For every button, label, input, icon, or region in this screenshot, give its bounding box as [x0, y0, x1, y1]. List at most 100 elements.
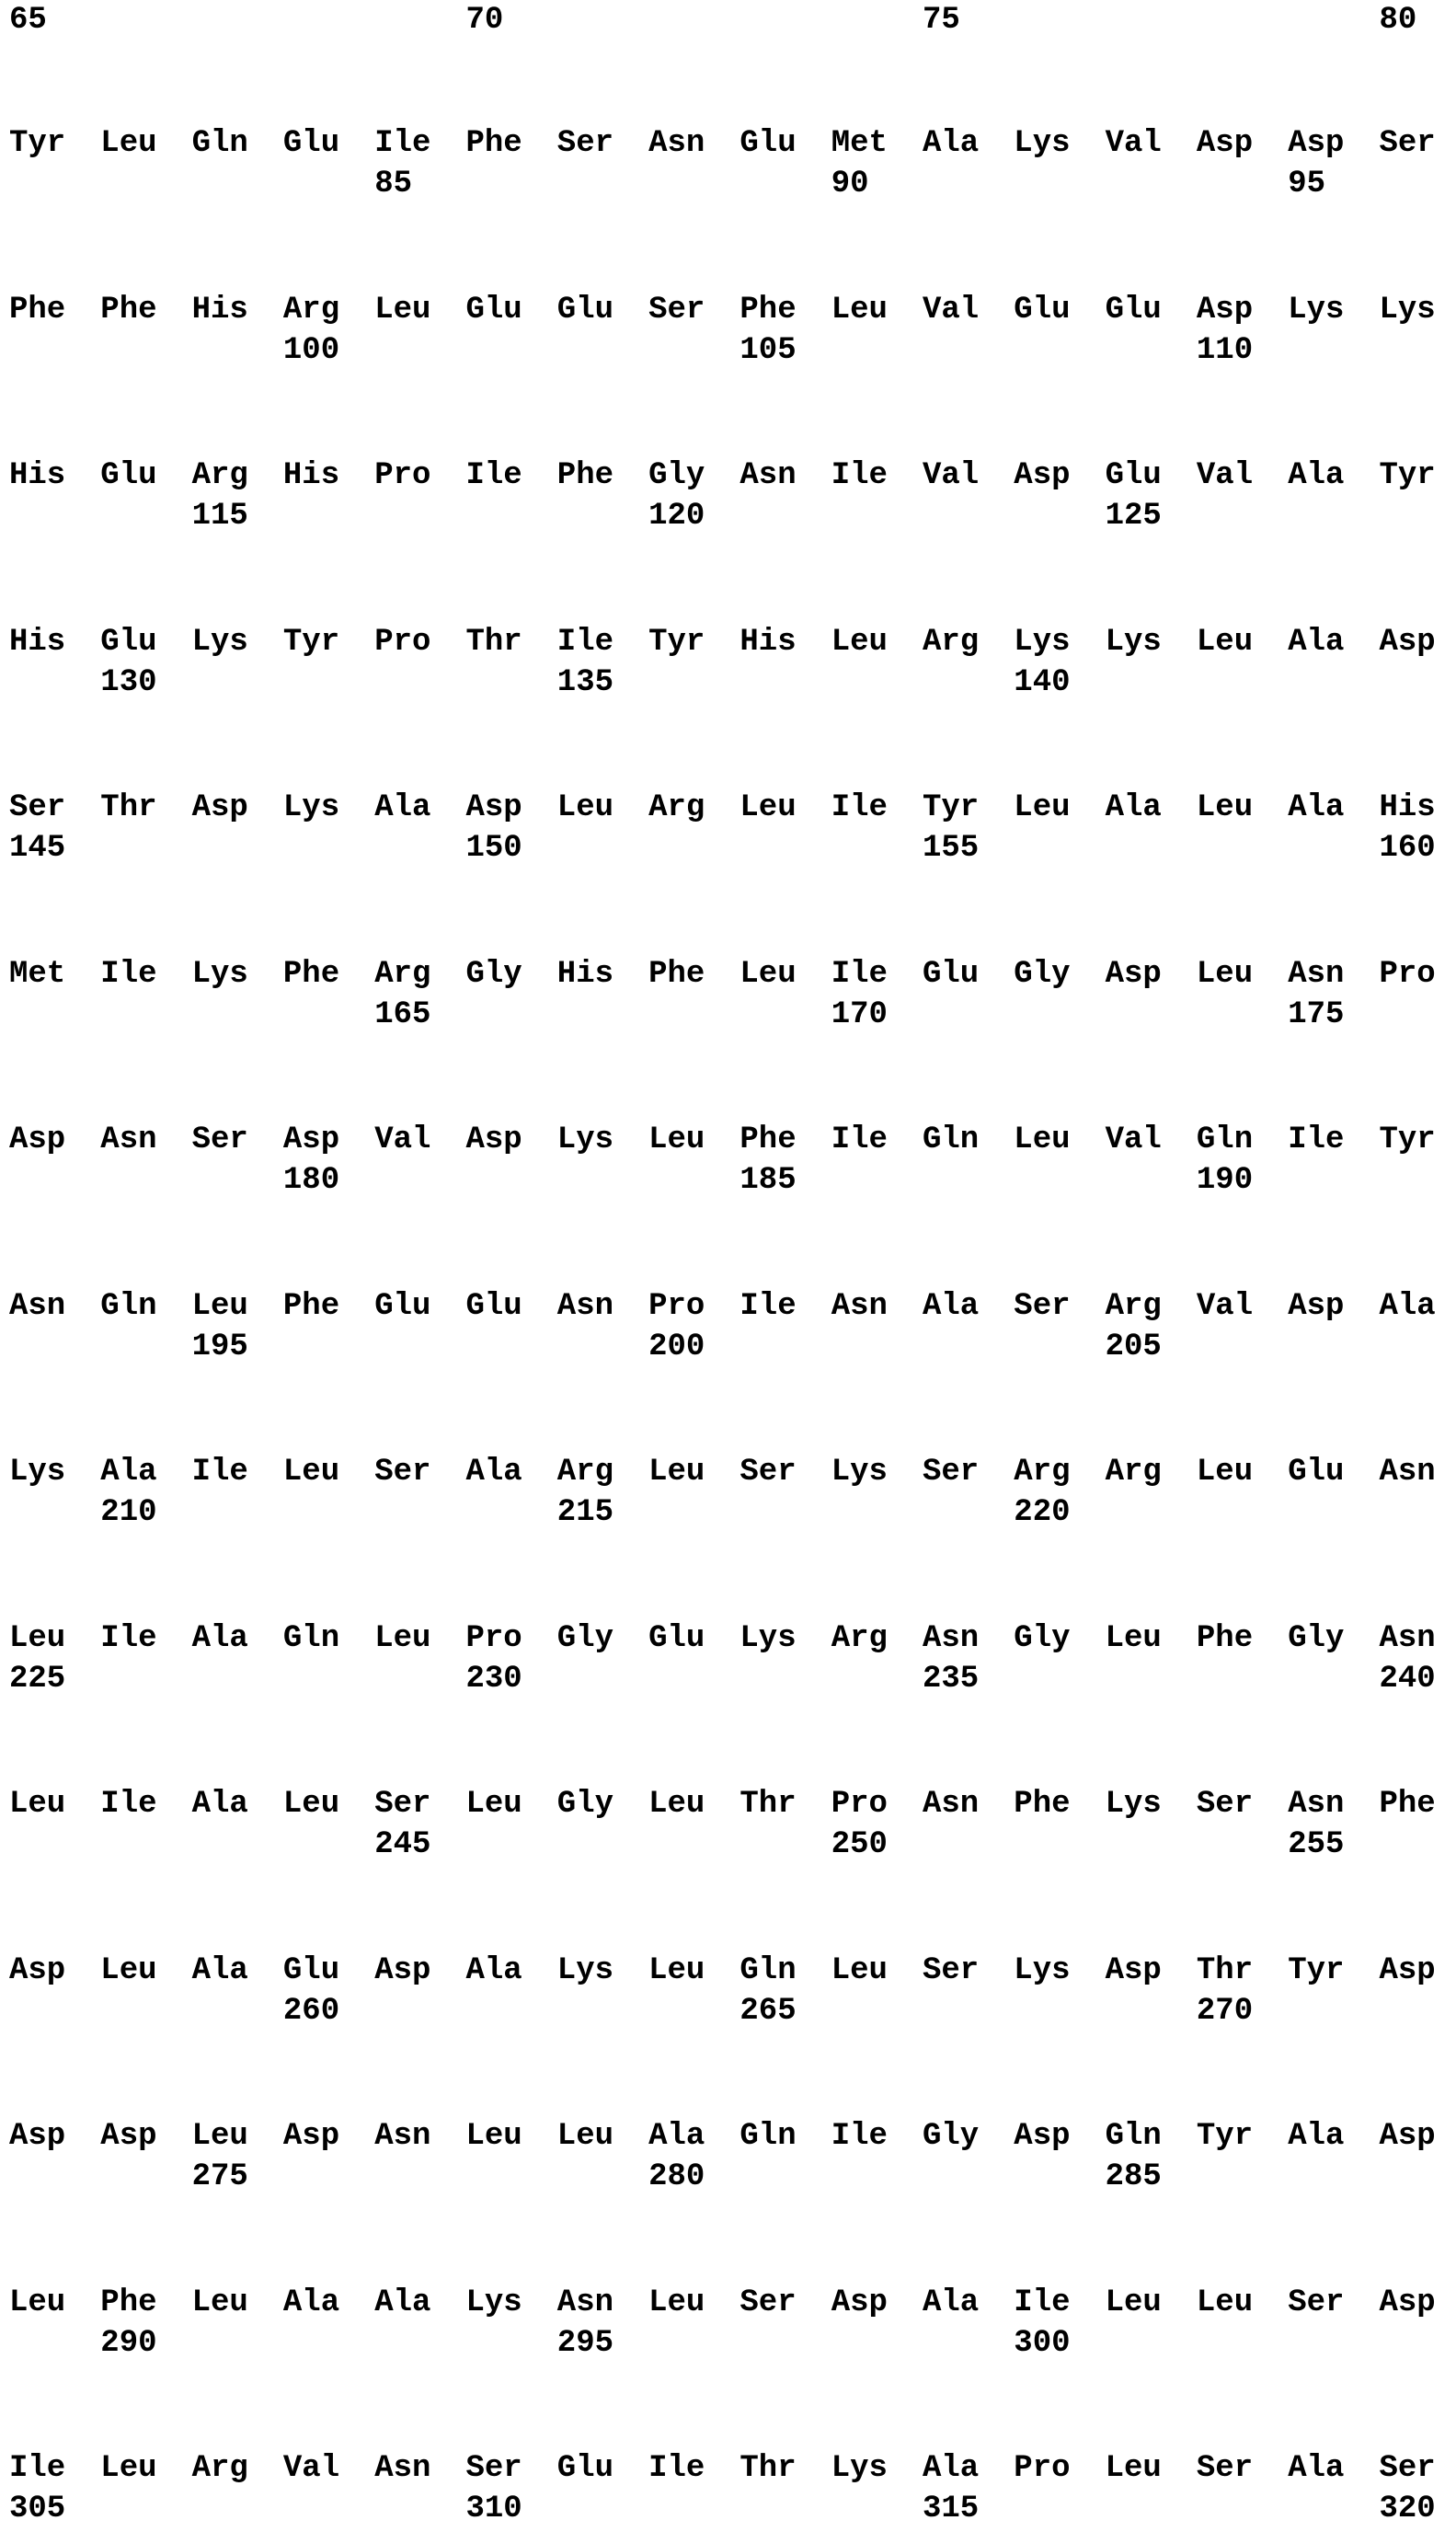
residue-row: IleLeuArgValAsnSerGluIleThrLysAlaProLeuS…: [0, 2448, 1456, 2489]
residue-code: Arg: [923, 622, 979, 662]
residue-code: Asp: [1014, 2116, 1070, 2157]
residue-code: Tyr: [1380, 455, 1436, 496]
residue-code: Asn: [557, 2283, 613, 2323]
residue-code: Leu: [739, 954, 796, 995]
residue-code: Leu: [648, 1951, 705, 1991]
residue-code: Lys: [192, 954, 248, 995]
residue-code: Ser: [739, 2283, 796, 2323]
residue-row: HisGluLysTyrProThrIleTyrHisLeuArgLysLysL…: [0, 622, 1456, 662]
residue-code: Gln: [283, 1618, 339, 1659]
position-number: 185: [739, 1160, 796, 1201]
residue-row: AspLeuAlaGluAspAlaLysLeuGlnLeuSerLysAspT…: [0, 1951, 1456, 1991]
residue-code: Lys: [1106, 622, 1162, 662]
residue-code: Ile: [100, 954, 156, 995]
residue-code: Ala: [923, 2283, 979, 2323]
residue-code: Arg: [1106, 1286, 1162, 1327]
residue-code: Arg: [374, 954, 430, 995]
residue-code: Glu: [923, 954, 979, 995]
residue-code: Leu: [831, 622, 888, 662]
residue-code: Asn: [374, 2448, 430, 2489]
residue-code: Thr: [739, 2448, 796, 2489]
residue-code: Ile: [192, 1452, 248, 1492]
residue-code: Ile: [739, 1286, 796, 1327]
residue-code: Glu: [1106, 290, 1162, 330]
residue-code: Tyr: [9, 123, 65, 164]
residue-code: Lys: [557, 1120, 613, 1160]
residue-code: Ile: [100, 1618, 156, 1659]
position-number-row: 859095: [0, 164, 1456, 204]
residue-code: Arg: [192, 455, 248, 496]
residue-code: Gln: [1197, 1120, 1253, 1160]
residue-row: PhePheHisArgLeuGluGluSerPheLeuValGluGluA…: [0, 290, 1456, 330]
residue-code: Thr: [100, 788, 156, 828]
residue-code: Asp: [9, 1120, 65, 1160]
position-number: 125: [1106, 496, 1162, 536]
residue-code: Phe: [739, 1120, 796, 1160]
residue-code: Pro: [374, 455, 430, 496]
residue-code: Asp: [466, 788, 522, 828]
residue-code: Ser: [466, 2448, 522, 2489]
position-number: 170: [831, 995, 888, 1035]
residue-row: LeuIleAlaLeuSerLeuGlyLeuThrProAsnPheLysS…: [0, 1784, 1456, 1824]
position-number: 260: [283, 1991, 339, 2031]
position-number-row: 115120125: [0, 496, 1456, 536]
position-number: 70: [466, 0, 504, 40]
residue-code: Phe: [283, 954, 339, 995]
residue-code: Glu: [557, 290, 613, 330]
residue-code: Ile: [831, 954, 888, 995]
residue-code: Arg: [557, 1452, 613, 1492]
residue-code: Glu: [648, 1618, 705, 1659]
residue-code: Ala: [1288, 622, 1344, 662]
position-number: 115: [192, 496, 248, 536]
residue-code: Gln: [1106, 2116, 1162, 2157]
residue-code: Leu: [1106, 2283, 1162, 2323]
residue-code: Leu: [100, 2448, 156, 2489]
residue-code: Ile: [831, 788, 888, 828]
residue-code: Glu: [100, 455, 156, 496]
residue-code: Pro: [374, 622, 430, 662]
residue-code: Leu: [100, 123, 156, 164]
residue-code: Gly: [923, 2116, 979, 2157]
residue-code: Leu: [1014, 788, 1070, 828]
position-number: 105: [739, 330, 796, 371]
residue-code: Arg: [283, 290, 339, 330]
residue-code: Gln: [739, 1951, 796, 1991]
residue-code: Glu: [739, 123, 796, 164]
residue-code: Val: [923, 290, 979, 330]
residue-row: TyrLeuGlnGluIlePheSerAsnGluMetAlaLysValA…: [0, 123, 1456, 164]
position-number-row: 180185190: [0, 1160, 1456, 1201]
position-number-row: 260265270: [0, 1991, 1456, 2031]
residue-code: Leu: [283, 1452, 339, 1492]
residue-code: Lys: [1014, 622, 1070, 662]
residue-code: Ile: [374, 123, 430, 164]
residue-code: Asn: [9, 1286, 65, 1327]
residue-code: Asp: [192, 788, 248, 828]
residue-code: His: [9, 622, 65, 662]
residue-code: Ile: [9, 2448, 65, 2489]
residue-code: Lys: [192, 622, 248, 662]
residue-code: Leu: [9, 1618, 65, 1659]
residue-code: Ala: [1288, 455, 1344, 496]
residue-code: Ser: [1197, 1784, 1253, 1824]
residue-code: Ile: [831, 1120, 888, 1160]
residue-code: Leu: [831, 1951, 888, 1991]
position-number: 225: [9, 1659, 65, 1699]
residue-code: Lys: [466, 2283, 522, 2323]
position-number-row: 100105110: [0, 330, 1456, 371]
residue-code: Leu: [1197, 954, 1253, 995]
position-number-row: 290295300: [0, 2323, 1456, 2364]
residue-row: LeuIleAlaGlnLeuProGlyGluLysArgAsnGlyLeuP…: [0, 1618, 1456, 1659]
residue-code: Pro: [1380, 954, 1436, 995]
residue-code: Tyr: [283, 622, 339, 662]
residue-code: Val: [1106, 1120, 1162, 1160]
residue-code: Gly: [557, 1784, 613, 1824]
residue-code: Asp: [831, 2283, 888, 2323]
position-number: 300: [1014, 2323, 1070, 2364]
residue-code: Leu: [557, 788, 613, 828]
residue-code: His: [1380, 788, 1436, 828]
residue-code: His: [557, 954, 613, 995]
residue-code: Tyr: [1288, 1951, 1344, 1991]
residue-code: Ala: [1106, 788, 1162, 828]
residue-code: His: [192, 290, 248, 330]
residue-code: Glu: [283, 1951, 339, 1991]
